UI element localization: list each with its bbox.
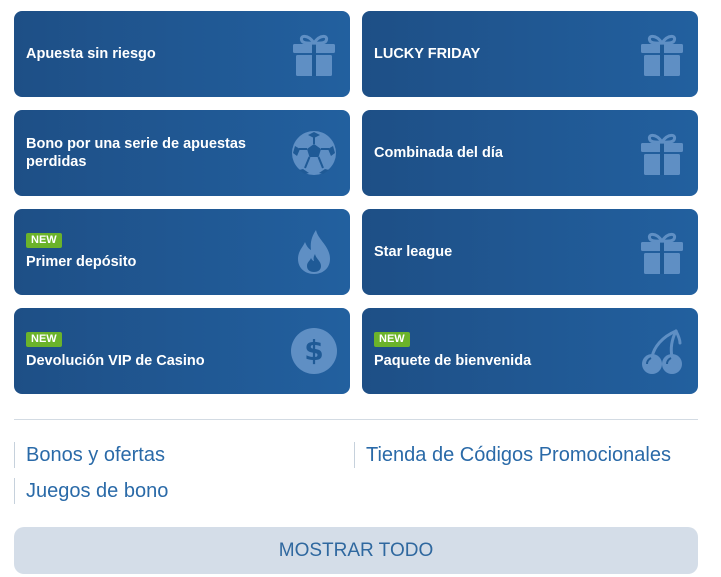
- gift-icon: [638, 129, 686, 177]
- promo-card-combinada-del-dia[interactable]: Combinada del día: [362, 110, 698, 196]
- flame-icon: [290, 228, 338, 276]
- link-juegos-de-bono[interactable]: Juegos de bono: [14, 478, 168, 504]
- dollar-coin-icon: [290, 327, 338, 375]
- promo-card-label: Paquete de bienvenida: [374, 353, 532, 369]
- promo-card-star-league[interactable]: Star league: [362, 209, 698, 295]
- promo-card-primer-deposito[interactable]: NEW Primer depósito: [14, 209, 350, 295]
- promo-card-text: Star league: [374, 209, 614, 295]
- promo-card-lucky-friday[interactable]: LUCKY FRIDAY: [362, 11, 698, 97]
- promo-card-label: Apuesta sin riesgo: [26, 46, 156, 62]
- link-bonos-y-ofertas[interactable]: Bonos y ofertas: [14, 442, 165, 468]
- promo-card-text: Combinada del día: [374, 110, 614, 196]
- promo-card-text: NEW Devolución VIP de Casino: [26, 308, 266, 394]
- promo-card-text: NEW Paquete de bienvenida: [374, 308, 614, 394]
- new-badge: NEW: [26, 233, 62, 248]
- promo-card-apuesta-sin-riesgo[interactable]: Apuesta sin riesgo: [14, 11, 350, 97]
- promo-card-text: Apuesta sin riesgo: [26, 11, 266, 97]
- gift-icon: [638, 30, 686, 78]
- promo-card-label: Bono por una serie de apuestas perdidas: [26, 136, 246, 170]
- promo-card-text: NEW Primer depósito: [26, 209, 266, 295]
- promo-card-label: Star league: [374, 244, 453, 260]
- promo-card-label: Primer depósito: [26, 254, 137, 270]
- show-all-button[interactable]: MOSTRAR TODO: [14, 527, 698, 574]
- section-divider: [14, 419, 698, 420]
- link-tienda-codigos-promocionales[interactable]: Tienda de Códigos Promocionales: [354, 442, 671, 468]
- promo-card-bono-serie-apuestas-perdidas[interactable]: Bono por una serie de apuestas perdidas: [14, 110, 350, 196]
- cherries-icon: [638, 327, 686, 375]
- new-badge: NEW: [374, 332, 410, 347]
- promo-card-text: Bono por una serie de apuestas perdidas: [26, 110, 266, 196]
- new-badge: NEW: [26, 332, 62, 347]
- promo-card-devolucion-vip-casino[interactable]: NEW Devolución VIP de Casino: [14, 308, 350, 394]
- promo-card-paquete-de-bienvenida[interactable]: NEW Paquete de bienvenida: [362, 308, 698, 394]
- promo-card-label: Combinada del día: [374, 145, 503, 161]
- promo-card-label: LUCKY FRIDAY: [374, 46, 481, 62]
- promo-card-text: LUCKY FRIDAY: [374, 11, 614, 97]
- soccer-ball-icon: [290, 129, 338, 177]
- promo-card-label: Devolución VIP de Casino: [26, 353, 205, 369]
- gift-icon: [638, 228, 686, 276]
- gift-icon: [290, 30, 338, 78]
